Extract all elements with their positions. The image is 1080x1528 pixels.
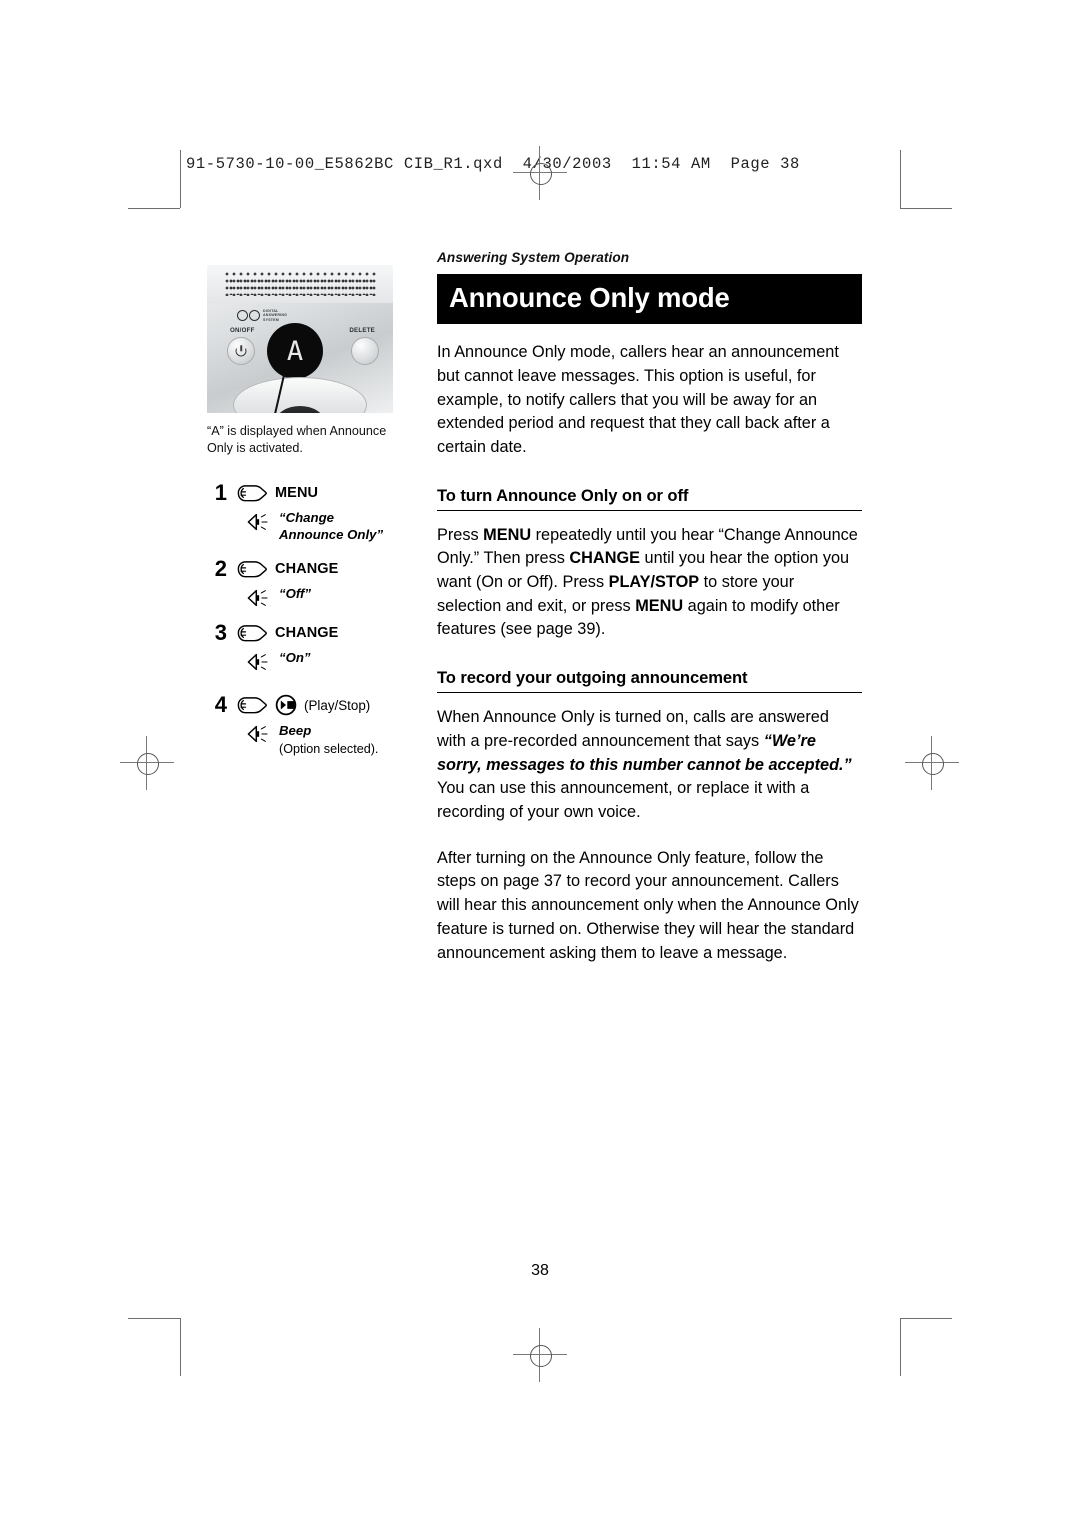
intro-paragraph: In Announce Only mode, callers hear an a… [437,343,839,456]
proof-header-text: 91-5730-10-00_E5862BC CIB_R1.qxd 4/30/20… [186,155,800,173]
transport-wheel[interactable]: REPEAT SKIP ▶/■ [233,377,367,413]
tape-reels-icon [237,310,260,322]
play-stop-button-icon [275,694,297,716]
page-number: 38 [531,1262,549,1279]
onoff-button[interactable] [227,337,255,365]
page-canvas: 91-5730-10-00_E5862BC CIB_R1.qxd 4/30/20… [0,0,1080,1528]
step-speech-note: (Option selected). [279,742,379,756]
photo-caption: “A” is displayed when Announce Only is a… [207,424,387,455]
registration-mark-top [513,146,567,200]
pointing-hand-icon [237,697,267,714]
step-item: 4 (Play/Stop) Beep (Option selected). [207,694,407,758]
step-number: 1 [214,480,227,506]
onoff-button-label: ON/OFF [230,327,255,334]
page-title: Announce Only mode [437,274,862,325]
crop-mark-bottom-right-h [900,1318,952,1319]
step-number: 3 [214,620,227,645]
closing-paragraph: After turning on the Announce Only featu… [437,848,859,962]
step-item: 2 CHANGE “Off” [207,558,407,608]
step-speech: “On” [245,650,407,672]
step-item: 3 CHANGE “On” [207,622,407,672]
section-paragraph-record-announcement: When Announce Only is turned on, calls a… [437,708,852,821]
section-heading-record-announcement: To record your outgoing announcement [437,668,862,694]
logo-text: DIGITAL ANSWERING SYSTEM [263,309,288,322]
play-stop-button[interactable] [275,406,325,413]
speaker-sound-icon [247,514,268,531]
left-sidebar: DIGITALANSWERINGSYSTEM ON/OFF DELETE A R… [207,265,407,763]
step-key-label: CHANGE [275,561,339,577]
crop-mark-top-right-h [900,208,952,209]
display-character: A [286,335,304,367]
crop-mark-top-left-v [180,150,181,208]
registration-mark-right [905,736,959,790]
step-speech-text: Beep [279,723,312,738]
crop-mark-top-left-h [128,208,180,209]
answering-machine-photo: DIGITALANSWERINGSYSTEM ON/OFF DELETE A R… [207,265,393,413]
main-content: Answering System Operation Announce Only… [437,250,862,965]
speaker-grille-lower-icon [229,279,375,295]
step-speech: “Off” [245,586,407,608]
step-list: 1 MENU “Change Announce Only” 2 CHANGE “… [207,482,407,758]
crop-mark-bottom-right-v [900,1318,901,1376]
delete-button[interactable] [351,337,379,365]
step-speech: Beep (Option selected). [245,722,407,758]
step-number: 4 [214,692,227,717]
step-key-label: CHANGE [275,625,339,641]
status-display: A [267,323,323,379]
step-key-suffix: (Play/Stop) [304,697,371,713]
power-icon-stem [240,345,242,352]
step-speech: “Change Announce Only” [245,510,407,544]
speaker-sound-icon [247,653,268,671]
crop-mark-bottom-left-v [180,1318,181,1376]
delete-button-label: DELETE [349,327,375,334]
step-item: 1 MENU “Change Announce Only” [207,482,407,544]
step-speech-text: “Off” [279,586,311,601]
step-number: 2 [214,556,227,581]
section-heading-turn-on-off: To turn Announce Only on or off [437,486,862,511]
running-head: Answering System Operation [437,250,630,265]
digital-answering-system-logo: DIGITAL ANSWERING SYSTEM [237,309,287,322]
step-speech-block: Beep (Option selected). [279,722,378,758]
step-speech-text: “Change Announce Only” [279,510,384,543]
registration-mark-left [120,736,174,790]
pointing-hand-icon [237,485,267,502]
crop-mark-top-right-v [900,150,901,208]
crop-mark-bottom-left-h [128,1318,180,1319]
registration-mark-bottom [513,1328,567,1382]
step-speech-text: “On” [279,650,311,665]
speaker-sound-icon [247,725,268,743]
pointing-hand-icon [237,561,267,578]
pointing-hand-icon [237,625,267,642]
step-key-label: MENU [275,485,319,502]
section-paragraph-turn-on-off: Press MENU repeatedly until you hear “Ch… [437,525,858,639]
speaker-sound-icon [247,589,268,607]
